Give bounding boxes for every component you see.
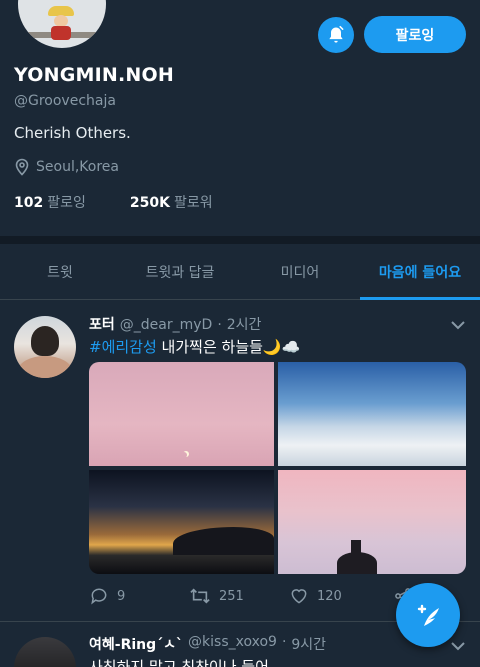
tweet-author-handle: @_dear_myD [119, 317, 213, 333]
tweet-photo[interactable] [278, 362, 466, 466]
like-count: 120 [317, 588, 342, 604]
chevron-down-icon [451, 642, 465, 651]
tweet-media-grid [89, 362, 466, 574]
following-count: 102 [14, 195, 44, 211]
tweet-author-name[interactable]: 여혜-Ring´ㅅ` [89, 634, 183, 654]
tab-tweets[interactable]: 트윗 [0, 244, 120, 299]
reply-button[interactable]: 9 [89, 586, 125, 606]
followers-count: 250K [129, 195, 170, 211]
compose-tweet-icon [417, 604, 439, 626]
followers-stat[interactable]: 250K 팔로워 [130, 192, 213, 212]
tweet-time: 2시간 [226, 317, 262, 333]
location-text: Seoul,Korea [36, 159, 119, 175]
retweet-button[interactable]: 251 [189, 586, 244, 606]
tweet-menu-button[interactable] [450, 637, 466, 656]
notifications-bell-button[interactable] [318, 17, 354, 53]
tab-media[interactable]: 미디어 [240, 244, 360, 299]
tweet-author-name[interactable]: 포터 [89, 314, 115, 334]
tab-likes[interactable]: 마음에 들어요 [360, 244, 480, 300]
retweet-icon [190, 588, 210, 604]
heart-icon [291, 589, 307, 604]
hashtag-link[interactable]: #에리감성 [89, 338, 157, 356]
separator-dot: · [217, 317, 222, 333]
followers-label: 팔로워 [173, 195, 213, 211]
tweet-body: 내가찍은 하늘들🌙☁️ [156, 338, 301, 356]
profile-tabs: 트윗 트윗과 답글 미디어 마음에 들어요 [0, 244, 480, 300]
tweet[interactable]: 포터 @_dear_myD · 2시간 #에리감성 내가찍은 하늘들🌙☁️ 9 [0, 300, 480, 622]
tweet-photo[interactable] [89, 470, 274, 574]
profile-location: Seoul,Korea [14, 158, 119, 176]
separator-dot: · [281, 634, 287, 650]
profile-avatar[interactable] [14, 0, 110, 52]
tweet-header: 여혜-Ring´ㅅ` @kiss_xoxo9 · 9시간 [89, 634, 326, 654]
tweet-text: #에리감성 내가찍은 하늘들🌙☁️ [89, 336, 300, 357]
section-divider [0, 236, 480, 244]
compose-tweet-button[interactable] [396, 583, 460, 647]
profile-handle: @Groovechaja [14, 93, 116, 109]
profile-bio: Cherish Others. [14, 124, 131, 142]
tweet-author-avatar[interactable] [14, 316, 76, 378]
following-button[interactable]: 팔로잉 [364, 16, 466, 53]
like-button[interactable]: 120 [289, 586, 342, 606]
tweet-author-avatar[interactable] [14, 637, 76, 667]
bell-icon [329, 25, 344, 43]
tweet-menu-button[interactable] [450, 316, 466, 335]
reply-count: 9 [117, 588, 126, 604]
location-pin-icon [15, 158, 29, 176]
tweet-time: 9시간 [291, 637, 327, 653]
following-label: 팔로잉 [47, 195, 86, 211]
profile-stats: 102 팔로잉 250K 팔로워 [14, 192, 213, 212]
following-stat[interactable]: 102 팔로잉 [14, 192, 86, 212]
tweet-text: 사칭하지 말고 칭찬이나 들어 [89, 658, 269, 667]
reply-icon [91, 588, 107, 605]
tweet-author-handle: @kiss_xoxo9 [188, 634, 277, 650]
tab-tweets-and-replies[interactable]: 트윗과 답글 [120, 244, 240, 299]
profile-name: YONGMIN.NOH [14, 64, 174, 86]
chevron-down-icon [451, 321, 465, 330]
tweet-photo[interactable] [89, 362, 274, 466]
tree-silhouette [351, 540, 361, 574]
tweet-header: 포터 @_dear_myD · 2시간 [89, 314, 261, 334]
retweet-count: 251 [219, 588, 244, 604]
